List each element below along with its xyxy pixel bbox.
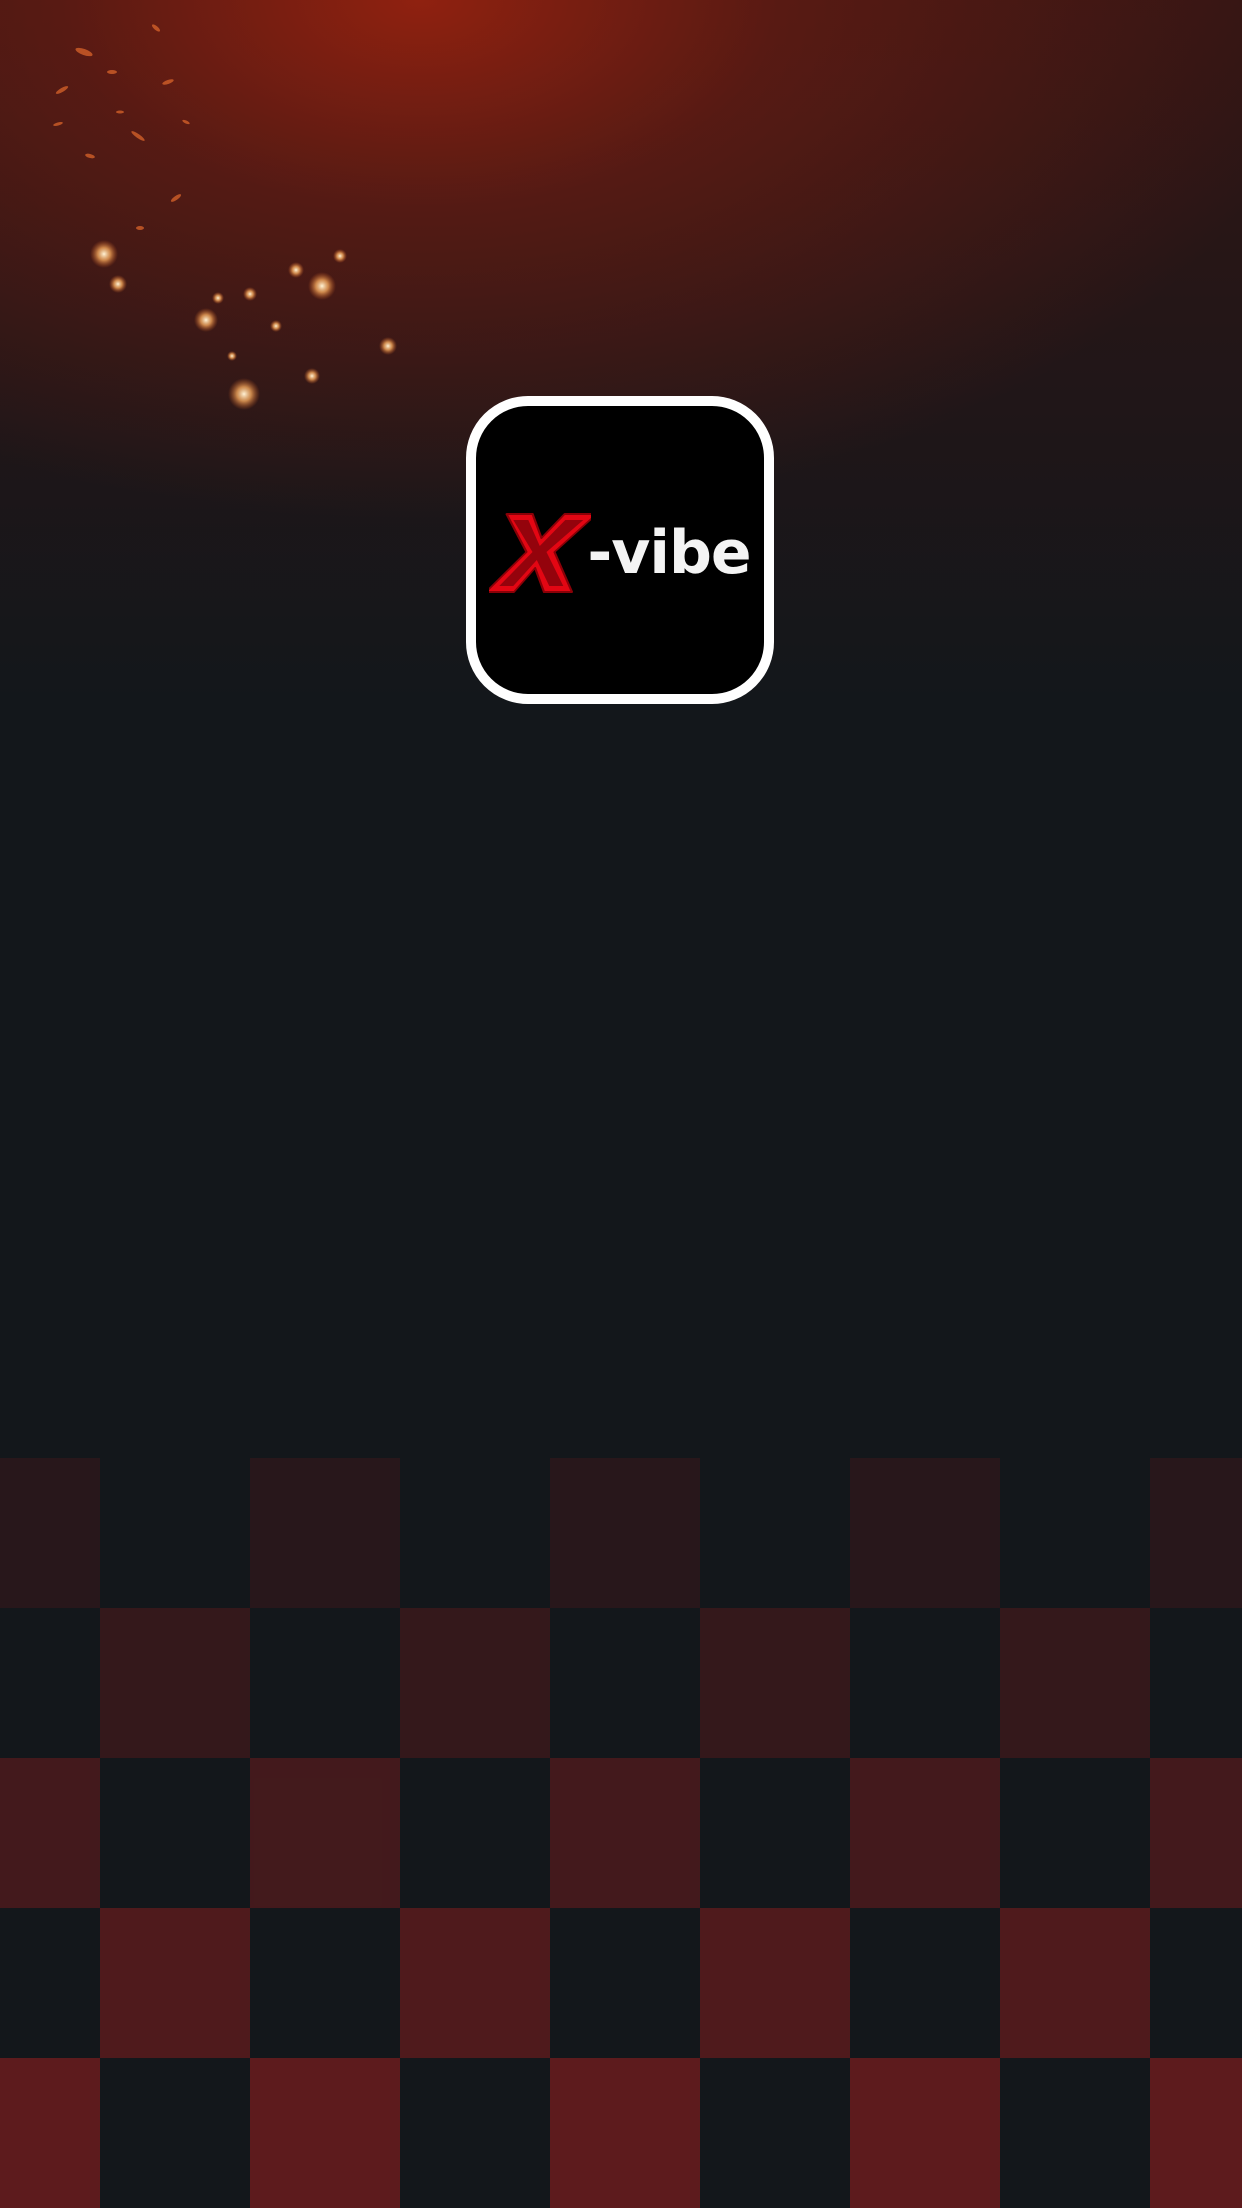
- x-vibe-logo-icon: -vibe: [489, 512, 752, 594]
- checker-square: [850, 2058, 1000, 2208]
- app-icon: -vibe: [466, 396, 774, 704]
- splash-screen: -vibe: [0, 0, 1242, 2208]
- checker-square: [1000, 1908, 1150, 2058]
- checker-square: [0, 2058, 100, 2208]
- brand-text: -vibe: [587, 518, 751, 588]
- checker-square: [700, 1908, 850, 2058]
- checker-square: [550, 2058, 700, 2208]
- checker-square: [550, 1458, 700, 1608]
- checker-square: [400, 1908, 550, 2058]
- checker-square: [850, 1758, 1000, 1908]
- checker-square: [100, 1608, 250, 1758]
- checker-square: [700, 1608, 850, 1758]
- checker-square: [250, 2058, 400, 2208]
- checker-square: [250, 1758, 400, 1908]
- checker-square: [1150, 1758, 1242, 1908]
- checker-square: [0, 1458, 100, 1608]
- sparks-icon: [53, 24, 397, 410]
- checker-square: [1150, 1458, 1242, 1608]
- checker-square: [250, 1458, 400, 1608]
- checker-square: [400, 1608, 550, 1758]
- checker-square: [1000, 1608, 1150, 1758]
- checker-square: [1150, 2058, 1242, 2208]
- checker-square: [850, 1458, 1000, 1608]
- checker-square: [0, 1758, 100, 1908]
- x-mark-icon: [489, 513, 592, 593]
- checker-square: [100, 1908, 250, 2058]
- checkered-flag-pattern: [0, 1458, 1242, 2208]
- checker-square: [550, 1758, 700, 1908]
